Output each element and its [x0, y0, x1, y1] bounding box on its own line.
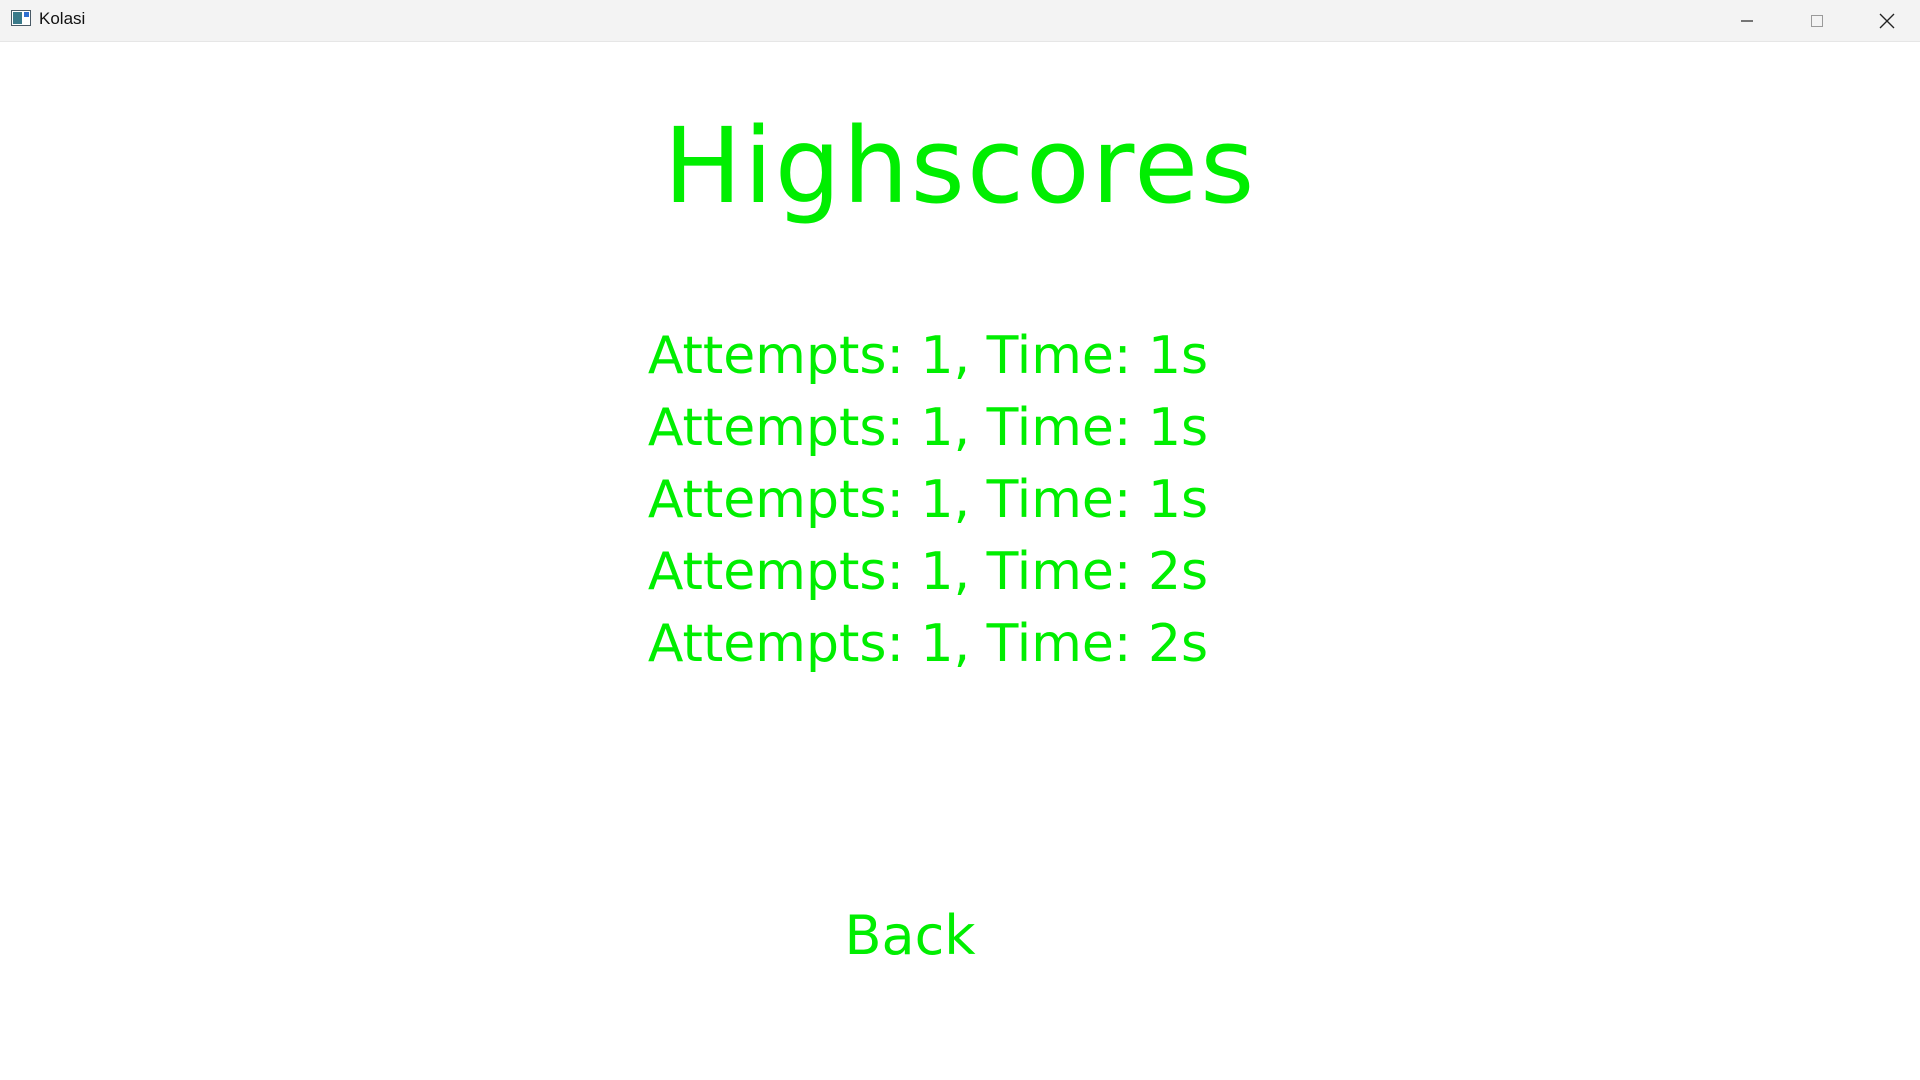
minimize-button[interactable] — [1712, 0, 1782, 41]
app-window: Kolasi Highscores Attempts: 1, Time: 1s … — [0, 0, 1920, 1080]
window-title: Kolasi — [39, 9, 86, 28]
close-button[interactable] — [1852, 0, 1920, 41]
highscore-list: Attempts: 1, Time: 1s Attempts: 1, Time:… — [0, 320, 1856, 680]
page-title: Highscores — [663, 105, 1257, 227]
highscore-entry: Attempts: 1, Time: 2s — [647, 542, 1209, 602]
highscore-entry: Attempts: 1, Time: 1s — [647, 326, 1209, 386]
maximize-button[interactable] — [1782, 0, 1852, 41]
back-button[interactable]: Back — [810, 898, 1010, 974]
highscore-entry: Attempts: 1, Time: 2s — [647, 614, 1209, 674]
app-icon — [11, 10, 31, 26]
minimize-icon — [1741, 19, 1753, 22]
title-bar[interactable]: Kolasi — [0, 0, 1920, 42]
highscore-entry: Attempts: 1, Time: 1s — [647, 470, 1209, 530]
maximize-icon — [1811, 14, 1823, 27]
highscores-screen: Highscores Attempts: 1, Time: 1s Attempt… — [0, 42, 1920, 1080]
close-icon — [1879, 13, 1895, 28]
highscore-entry: Attempts: 1, Time: 1s — [647, 398, 1209, 458]
